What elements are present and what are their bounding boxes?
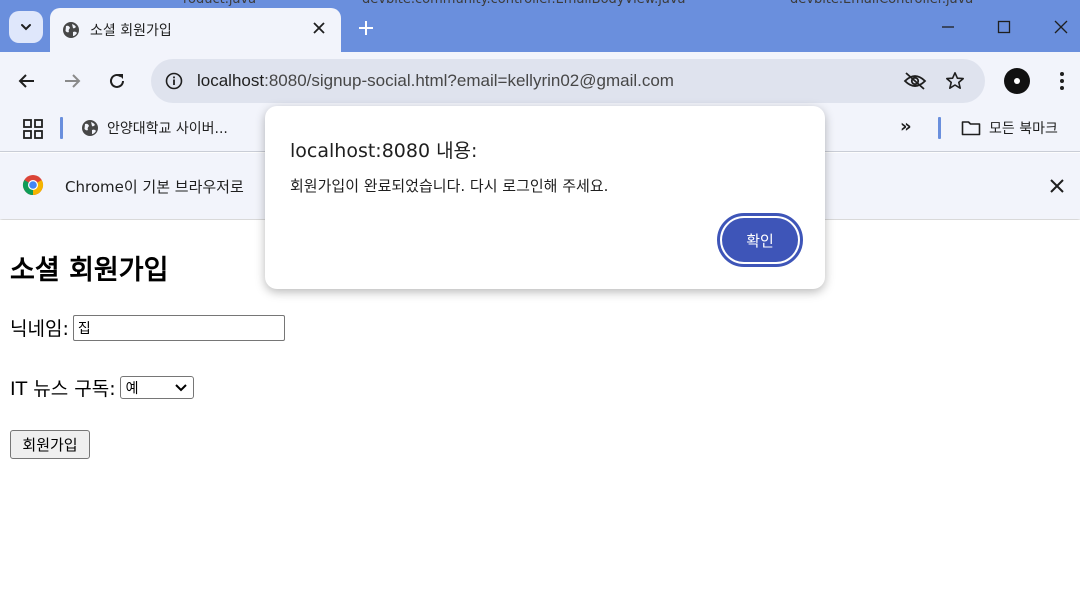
close-icon — [1054, 20, 1068, 34]
tab-title: 소셜 회원가입 — [90, 23, 172, 39]
bookmark-label: 안양대학교 사이버... — [107, 121, 228, 137]
globe-icon — [82, 120, 98, 136]
tab-search-button[interactable] — [9, 11, 43, 43]
newsletter-row: IT 뉴스 구독: 예 — [10, 374, 194, 401]
site-info-button[interactable] — [159, 66, 189, 96]
reload-icon — [110, 73, 124, 88]
new-tab-button[interactable] — [352, 14, 380, 42]
reload-button[interactable] — [101, 65, 133, 97]
bookmark-separator — [938, 117, 941, 139]
signup-button[interactable]: 회원가입 — [10, 430, 90, 459]
chrome-logo-icon — [22, 175, 44, 196]
maximize-button[interactable] — [986, 10, 1022, 44]
back-button[interactable] — [11, 65, 43, 97]
star-icon — [946, 72, 964, 89]
forward-button[interactable] — [56, 65, 88, 97]
minimize-button[interactable] — [930, 10, 966, 44]
infobar-close-button[interactable] — [1046, 175, 1068, 197]
maximize-icon — [997, 20, 1011, 34]
arrow-right-icon — [65, 74, 81, 88]
chevron-down-icon — [21, 24, 31, 31]
active-tab[interactable]: 소셜 회원가입 — [50, 8, 341, 52]
globe-icon — [62, 21, 80, 39]
url-host: localhost — [197, 71, 265, 90]
eye-off-icon — [903, 72, 927, 90]
chevron-down-icon — [174, 383, 187, 391]
apps-grid-icon[interactable] — [22, 118, 44, 140]
background-tab-label: roduct.java — [183, 0, 256, 6]
profile-avatar[interactable] — [1004, 68, 1030, 94]
nickname-label: 닉네임: — [10, 318, 69, 340]
dialog-message: 회원가입이 완료되었습니다. 다시 로그인해 주세요. — [290, 177, 609, 195]
plus-icon — [359, 21, 373, 35]
bookmark-label: 모든 북마크 — [989, 121, 1058, 137]
confirm-button[interactable]: 확인 — [717, 213, 803, 267]
close-icon — [1050, 179, 1064, 193]
background-tab-label: devbite.EmailController.java — [790, 0, 973, 6]
nickname-row: 닉네임: — [10, 314, 285, 341]
tracking-protection-button[interactable] — [901, 67, 929, 95]
alert-dialog: localhost:8080 내용: 회원가입이 완료되었습니다. 다시 로그인… — [265, 106, 825, 289]
newsletter-label: IT 뉴스 구독: — [10, 378, 116, 400]
bookmark-item[interactable]: 안양대학교 사이버... — [81, 117, 228, 139]
minimize-icon — [942, 26, 954, 28]
dialog-title: localhost:8080 내용: — [290, 140, 478, 162]
arrow-left-icon — [18, 74, 34, 88]
background-tab-label: devbite.community.controller.EmailBodyVi… — [362, 0, 686, 6]
chrome-menu-icon[interactable] — [1050, 66, 1074, 96]
tab-close-icon[interactable] — [309, 18, 329, 38]
confirm-button-label: 확인 — [722, 218, 798, 262]
newsletter-select-value: 예 — [125, 380, 139, 397]
info-icon — [165, 72, 183, 90]
url-text[interactable]: localhost:8080/signup-social.html?email=… — [197, 71, 674, 91]
address-bar[interactable]: localhost:8080/signup-social.html?email=… — [151, 59, 985, 103]
infobar-message: Chrome이 기본 브라우저로 — [65, 178, 244, 196]
page-title: 소셜 회원가입 — [10, 255, 169, 286]
close-window-button[interactable] — [1043, 10, 1079, 44]
newsletter-select[interactable]: 예 — [119, 376, 194, 399]
bookmark-star-button[interactable] — [941, 67, 969, 95]
bookmark-separator — [60, 117, 63, 139]
tab-strip: 소셜 회원가입 roduct.java devbite.community.co… — [0, 0, 1080, 52]
all-bookmarks-folder[interactable]: 모든 북마크 — [961, 117, 1058, 139]
nickname-input[interactable] — [72, 314, 285, 341]
bookmarks-overflow-button[interactable]: » — [900, 116, 912, 137]
url-path: :8080/signup-social.html?email=kellyrin0… — [264, 71, 674, 90]
browser-toolbar: localhost:8080/signup-social.html?email=… — [0, 52, 1080, 110]
folder-icon — [961, 121, 981, 136]
